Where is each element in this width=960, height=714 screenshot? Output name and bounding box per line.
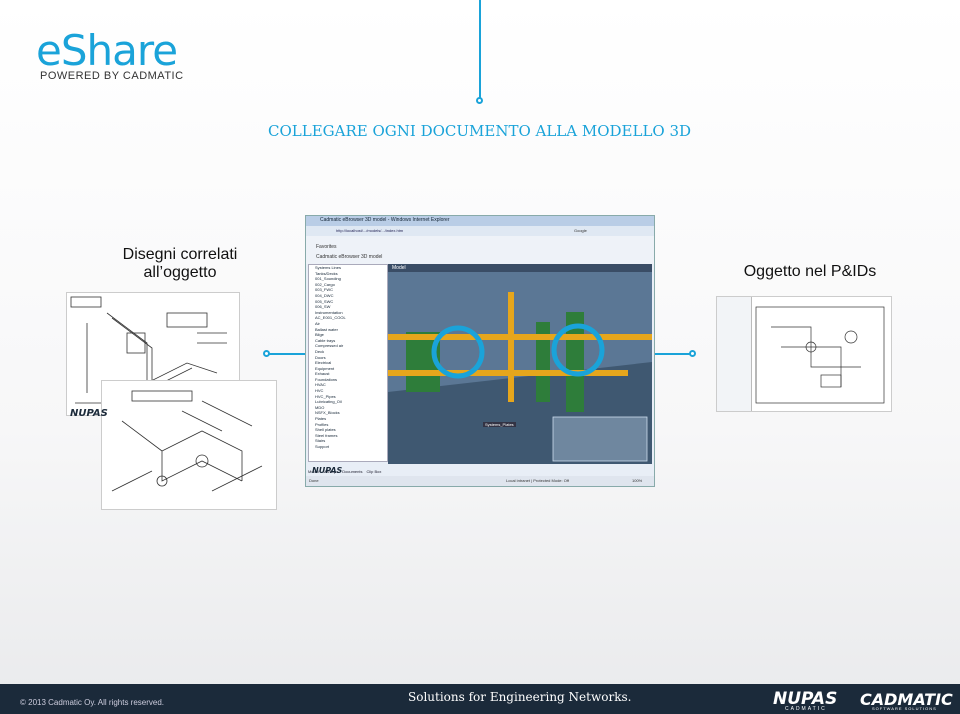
browser-window: Cadmatic eBrowser 3D model - Windows Int… xyxy=(305,215,655,487)
address-bar[interactable]: http://localhost/.../models/.../index.ht… xyxy=(306,226,654,236)
cadmatic-logo-sub: SOFTWARE SOLUTIONS xyxy=(872,706,937,711)
left-label: Disegni correlati all’oggetto xyxy=(122,246,238,281)
nupas-stamp: NUPAS xyxy=(70,408,108,419)
window-titlebar: Cadmatic eBrowser 3D model - Windows Int… xyxy=(306,216,654,226)
copyright: © 2013 Cadmatic Oy. All rights reserved. xyxy=(20,698,165,707)
scene-tag: Systems_Plates xyxy=(483,422,516,427)
slogan: Solutions for Engineering Networks. xyxy=(408,690,632,704)
isometric-drawing xyxy=(101,380,277,510)
connector-dot-right xyxy=(689,350,696,357)
scene-graphic xyxy=(388,272,652,464)
connector-dot-top xyxy=(476,97,483,104)
search-box[interactable]: Google xyxy=(574,228,587,233)
bottom-tab[interactable]: Documents xyxy=(342,469,362,474)
eshare-logo: eShare xyxy=(36,26,178,75)
right-label: Oggetto nel P&IDs xyxy=(743,263,877,280)
tab-label[interactable]: Cadmatic eBrowser 3D model xyxy=(316,254,382,260)
nupas-logo-sub: CADMATIC xyxy=(785,706,827,712)
viewer-3d[interactable]: Model Systems_Plates xyxy=(388,264,652,464)
pid-tree-panel xyxy=(717,297,752,411)
pid-diagram xyxy=(755,306,885,404)
isometric-graphic xyxy=(111,390,263,492)
nupas-mini-logo: NUPAS xyxy=(312,466,343,475)
tree-list: Systems Lines Tanks/Decks 001_Sounding 002_… xyxy=(309,265,387,450)
tree-item[interactable]: Support xyxy=(309,444,387,450)
zoom-level[interactable]: 100% xyxy=(632,478,642,483)
status-left: Done xyxy=(309,478,319,483)
toolbar-area: Favorites Cadmatic eBrowser 3D model xyxy=(306,236,654,264)
bottom-tab[interactable]: Clip Box xyxy=(366,469,381,474)
window-title: Cadmatic eBrowser 3D model - Windows Int… xyxy=(320,217,450,223)
slide-title: COLLEGARE OGNI DOCUMENTO ALLA MODELLO 3D xyxy=(268,122,692,140)
status-right: Local intranet | Protected Mode: Off xyxy=(506,478,569,483)
viewer-tab[interactable]: Model xyxy=(392,265,406,271)
url-text: http://localhost/.../models/.../index.ht… xyxy=(336,228,404,233)
connector-dot-left xyxy=(263,350,270,357)
status-bar: Done Local intranet | Protected Mode: Of… xyxy=(306,476,654,486)
logo-tagline: POWERED BY CADMATIC xyxy=(40,70,184,82)
tree-panel: Systems Lines Tanks/Decks 001_Sounding 002_… xyxy=(308,264,388,462)
top-connector-line xyxy=(479,0,481,100)
pid-screenshot xyxy=(716,296,892,412)
favorites-label[interactable]: Favorites xyxy=(316,244,337,250)
